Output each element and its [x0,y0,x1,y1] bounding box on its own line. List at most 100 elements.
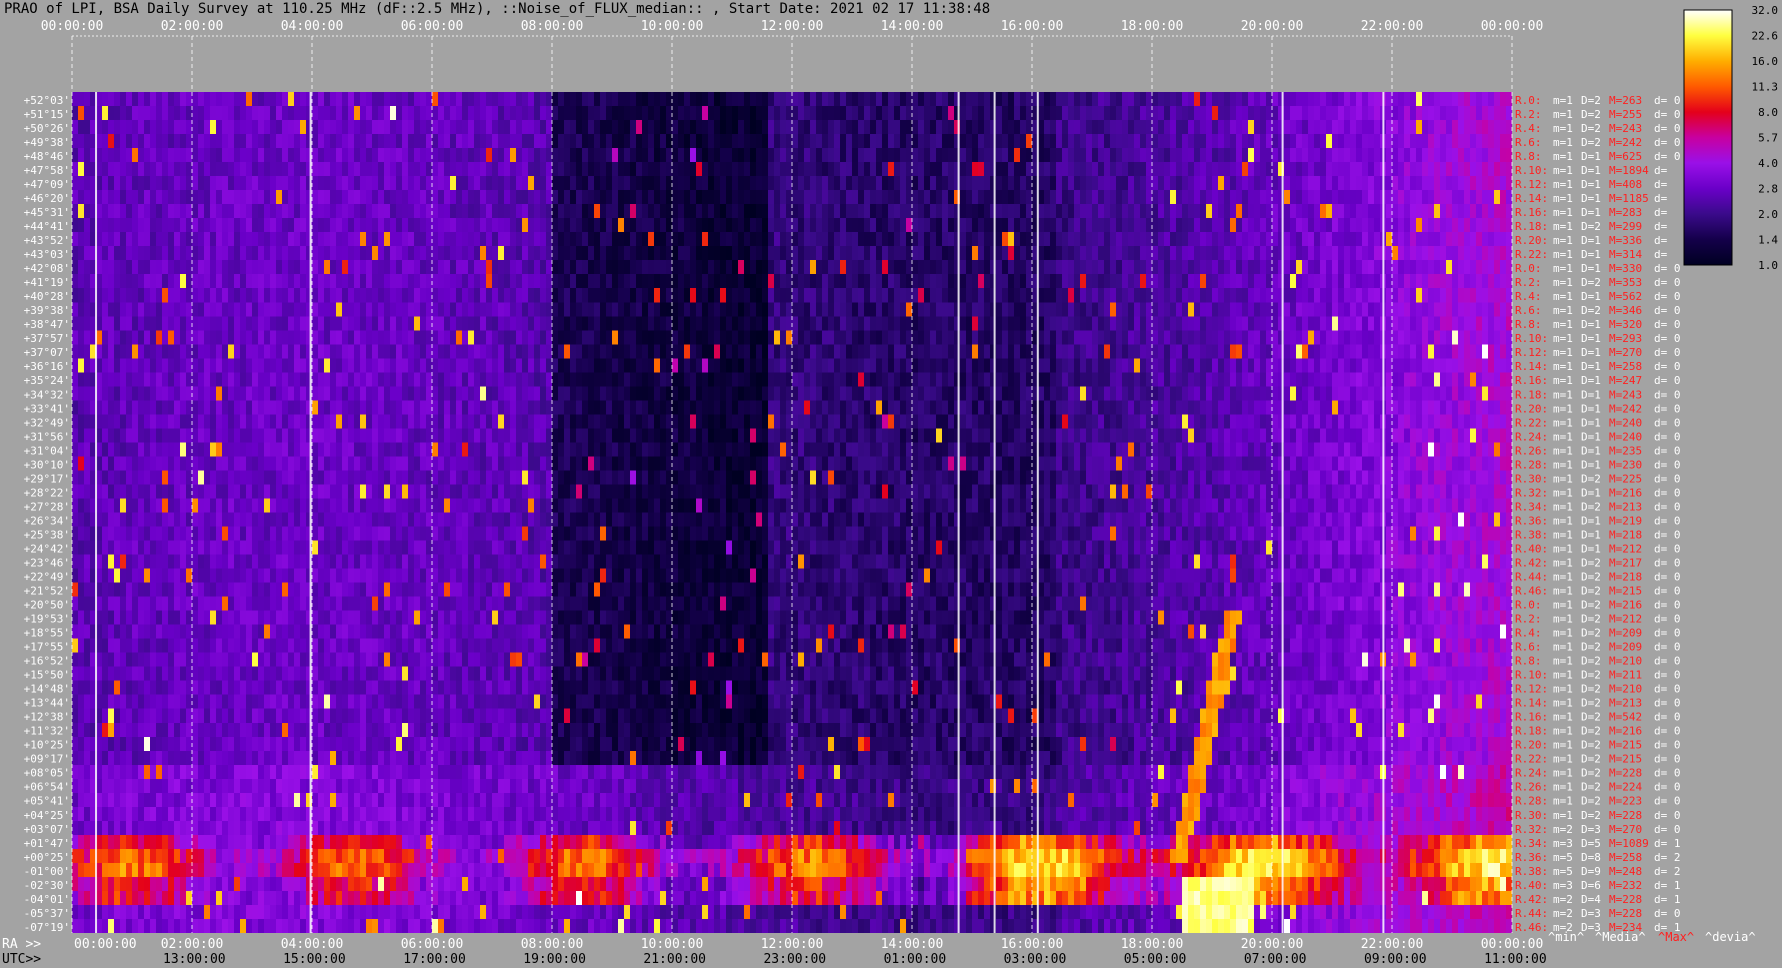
declination-label: +29°17' [24,472,70,485]
beam-stat-cell: d= 0 [1654,753,1681,766]
declination-label: +04°25' [24,809,70,822]
beam-stat-cell: D=5 [1581,837,1601,850]
beam-stat-cell: R.4: [1515,122,1542,135]
beam-stat-cell: M=228 [1609,907,1642,920]
beam-stat-cell: D=2 [1581,136,1601,149]
beam-stat-cell: R.38: [1515,865,1548,878]
beam-stat-cell: R.10: [1515,332,1548,345]
beam-stat-cell: d= 0 [1654,570,1681,583]
declination-label: +15°50' [24,669,70,682]
beam-stat-cell: D=2 [1581,613,1601,626]
beam-stat-cell: m=1 [1553,164,1573,177]
declination-label: +11°32' [24,725,70,738]
beam-stat-cell: M=219 [1609,514,1642,527]
beam-stat-cell: R.18: [1515,725,1548,738]
beam-stat-cell: D=1 [1581,416,1601,429]
beam-stat-cell: d= 0 [1654,122,1681,135]
beam-stat-cell: R.32: [1515,486,1548,499]
beam-stat-cell: m=1 [1553,500,1573,513]
beam-stat-cell: R.38: [1515,528,1548,541]
ra-tick-label: 00:00:00 [1481,937,1544,952]
beam-stat-cell: R.10: [1515,164,1548,177]
beam-stat-cell: d= 0 [1654,458,1681,471]
beam-stat-cell: M=255 [1609,108,1642,121]
declination-label: +03°07' [24,823,70,836]
beam-stat-cell: m=1 [1553,430,1573,443]
declination-label: +48°46' [24,150,70,163]
beam-stat-cell: d= 0 [1654,430,1681,443]
beam-stat-cell: d= 0 [1654,276,1681,289]
beam-stat-cell: D=2 [1581,753,1601,766]
beam-stat-cell: m=1 [1553,444,1573,457]
beam-stat-cell: m=1 [1553,599,1573,612]
declination-label: +31°56' [24,430,70,443]
beam-stat-cell: M=228 [1609,809,1642,822]
declination-label: -01°00' [24,865,70,878]
beam-stat-cell: M=240 [1609,430,1642,443]
declination-label: +10°25' [24,739,70,752]
beam-stat-cell: D=1 [1581,192,1601,205]
declination-label: +32°49' [24,416,70,429]
beam-stat-cell: d= 1 [1654,893,1681,906]
beam-stat-cell: D=2 [1581,739,1601,752]
beam-stat-cell: d= 0 [1654,486,1681,499]
declination-label: +51°15' [24,108,70,121]
ra-tick-label: 04:00:00 [281,937,344,952]
ra-tick-label: 14:00:00 [881,937,944,952]
beam-stat-cell: d= 2 [1654,851,1681,864]
beam-stat-cell: m=1 [1553,304,1573,317]
top-tick-label: 10:00:00 [641,19,704,34]
declination-label: +42°08' [24,262,70,275]
beam-stat-cell: D=2 [1581,500,1601,513]
beam-stat-cell: d= 0 [1654,809,1681,822]
beam-stat-cell: m=1 [1553,725,1573,738]
beam-stat-cell: d= 0 [1654,150,1681,163]
footer-legend-item: ^Media^ [1595,930,1646,944]
footer-legend-item: ^Max^ [1658,930,1694,944]
declination-label: +16°52' [24,655,70,668]
beam-stat-cell: D=2 [1581,584,1601,597]
beam-stat-cell: D=1 [1581,402,1601,415]
beam-stat-cell: M=212 [1609,613,1642,626]
beam-stat-cell: d= 0 [1654,655,1681,668]
beam-stat-cell: m=1 [1553,570,1573,583]
beam-stat-cell: d= [1654,206,1668,219]
declination-label: +43°03' [24,248,70,261]
declination-label: +27°28' [24,500,70,513]
beam-stat-cell: R.4: [1515,627,1542,640]
declination-label: +24°42' [24,542,70,555]
beam-stat-cell: D=1 [1581,430,1601,443]
beam-stat-cell: M=320 [1609,318,1642,331]
declination-label: +47°09' [24,178,70,191]
beam-stat-cell: d= 0 [1654,683,1681,696]
declination-label: +49°38' [24,136,70,149]
utc-tick-label: 19:00:00 [523,952,586,967]
colorbar-tick-label: 2.0 [1758,208,1778,221]
beam-stat-cell: R.0: [1515,94,1542,107]
beam-stat-cell: m=1 [1553,416,1573,429]
beam-stat-cell: M=213 [1609,697,1642,710]
beam-stat-cell: D=1 [1581,262,1601,275]
beam-stat-cell: R.14: [1515,360,1548,373]
beam-stat-cell: m=1 [1553,276,1573,289]
beam-stat-cell: d= 0 [1654,346,1681,359]
interference-line [1036,92,1039,933]
utc-tick-label: 09:00:00 [1364,952,1427,967]
declination-label: +05°41' [24,795,70,808]
top-tick-label: 02:00:00 [161,19,224,34]
beam-stat-cell: D=2 [1581,669,1601,682]
beam-stat-cell: m=1 [1553,192,1573,205]
beam-stat-cell: D=2 [1581,276,1601,289]
beam-stat-cell: m=1 [1553,809,1573,822]
beam-stat-cell: D=2 [1581,94,1601,107]
beam-stat-cell: m=1 [1553,641,1573,654]
beam-stat-cell: M=209 [1609,627,1642,640]
beam-stat-cell: M=217 [1609,556,1642,569]
beam-stat-cell: M=223 [1609,795,1642,808]
beam-stat-cell: D=1 [1581,528,1601,541]
interference-line [1281,92,1284,933]
beam-stat-cell: M=270 [1609,346,1642,359]
beam-stat-cell: m=1 [1553,697,1573,710]
beam-stat-cell: d= 0 [1654,514,1681,527]
declination-label: +25°38' [24,528,70,541]
